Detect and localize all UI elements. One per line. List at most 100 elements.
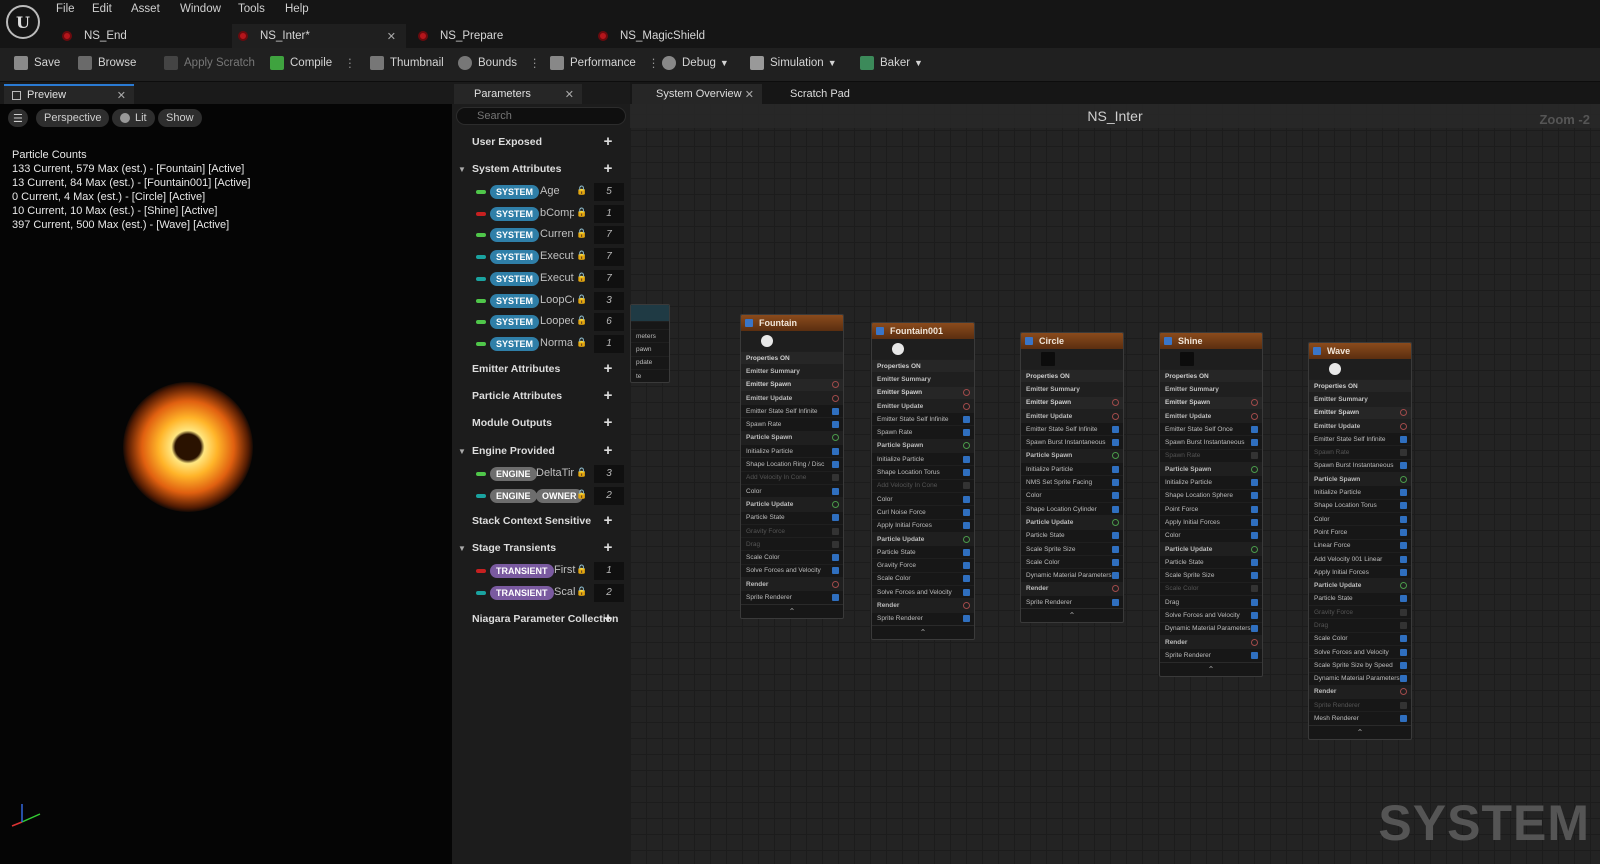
add-icon[interactable]: + <box>600 388 616 404</box>
node-row[interactable]: Emitter Spawn <box>741 377 843 391</box>
menu-window[interactable]: Window <box>180 3 221 15</box>
node-row[interactable]: Properties ON <box>741 351 843 365</box>
thumbnail-button[interactable]: Thumbnail <box>370 56 444 70</box>
node-header[interactable]: Shine <box>1160 333 1262 349</box>
add-module-icon[interactable] <box>1251 412 1258 420</box>
node-row[interactable]: Particle Update <box>1160 541 1262 556</box>
param-row-system[interactable]: SYSTEM Execut 🔒 7 <box>452 247 630 267</box>
preview-panel[interactable]: Preview ✕ ☰ Perspective Lit Show Particl… <box>0 82 460 864</box>
module-enable-checkbox[interactable] <box>1400 621 1407 629</box>
node-row[interactable]: Color <box>1160 528 1262 542</box>
node-row[interactable]: Spawn Rate <box>1160 448 1262 462</box>
tab-scratch-pad[interactable]: Scratch Pad <box>766 84 876 104</box>
node-row[interactable]: Color <box>872 491 974 505</box>
module-enable-checkbox[interactable] <box>963 522 970 530</box>
node-row[interactable]: Emitter Update <box>741 390 843 405</box>
module-enable-checkbox[interactable] <box>1251 452 1258 460</box>
module-enable-checkbox[interactable] <box>1112 492 1119 500</box>
close-tab-icon[interactable]: ✕ <box>387 30 396 43</box>
node-row[interactable]: Solve Forces and Velocity <box>1309 644 1411 658</box>
perspective-button[interactable]: Perspective <box>36 109 110 127</box>
node-row[interactable]: Solve Forces and Velocity <box>741 563 843 577</box>
add-icon[interactable]: + <box>600 415 616 431</box>
add-icon[interactable]: + <box>600 361 616 377</box>
module-enable-checkbox[interactable] <box>832 567 839 575</box>
node-row[interactable]: Drag <box>1309 618 1411 631</box>
node-header[interactable]: Fountain <box>741 315 843 331</box>
baker-button[interactable]: Baker ▼ <box>860 56 923 70</box>
node-row[interactable]: Initialize Particle <box>1309 485 1411 498</box>
param-row-system[interactable]: SYSTEM bComp 🔒 1 <box>452 204 630 224</box>
add-icon[interactable]: + <box>600 161 616 177</box>
viewport-menu-button[interactable]: ☰ <box>8 109 28 127</box>
menu-file[interactable]: File <box>56 3 75 15</box>
category-particle-attributes[interactable]: Particle Attributes + <box>452 385 630 407</box>
node-row[interactable]: Emitter Update <box>872 398 974 413</box>
module-enable-checkbox[interactable] <box>1400 648 1407 656</box>
node-row[interactable]: Sprite Renderer <box>872 611 974 625</box>
node-row[interactable]: Drag <box>741 537 843 550</box>
module-enable-checkbox[interactable] <box>1251 598 1258 606</box>
add-module-icon[interactable] <box>963 442 970 450</box>
add-module-icon[interactable] <box>1251 638 1258 646</box>
add-module-icon[interactable] <box>832 434 839 442</box>
expand-arrow-icon[interactable]: ▼ <box>458 447 466 456</box>
menu-edit[interactable]: Edit <box>92 3 112 15</box>
param-row-transient-first[interactable]: TRANSIENT First 🔒 1 <box>452 561 630 581</box>
module-enable-checkbox[interactable] <box>1251 425 1258 433</box>
module-enable-checkbox[interactable] <box>1251 558 1258 566</box>
node-row[interactable]: Emitter Summary <box>872 372 974 386</box>
module-enable-checkbox[interactable] <box>1400 435 1407 443</box>
node-row[interactable]: Scale Color <box>1160 581 1262 595</box>
node-row[interactable]: Solve Forces and Velocity <box>872 585 974 598</box>
module-enable-checkbox[interactable] <box>1400 555 1407 563</box>
browse-button[interactable]: Browse <box>78 56 136 70</box>
node-row[interactable]: Scale Color <box>1021 555 1123 568</box>
param-row-engine-owner[interactable]: ENGINE OWNER 🔒 2 <box>452 486 630 506</box>
module-enable-checkbox[interactable] <box>1112 439 1119 447</box>
param-row-transient-scal[interactable]: TRANSIENT Scal 🔒 2 <box>452 583 630 603</box>
module-enable-checkbox[interactable] <box>1251 518 1258 526</box>
collapse-chevron-icon[interactable]: ⌃ <box>1021 608 1123 622</box>
doc-tab-ns-prepare[interactable]: NS_Prepare <box>412 24 582 48</box>
node-row[interactable]: Spawn Rate <box>872 425 974 438</box>
collapse-chevron-icon[interactable]: ⌃ <box>1160 661 1262 676</box>
node-row[interactable]: Emitter Update <box>1021 408 1123 423</box>
module-enable-checkbox[interactable] <box>1400 635 1407 643</box>
module-enable-checkbox[interactable] <box>1400 701 1407 709</box>
node-row[interactable]: Sprite Renderer <box>1160 648 1262 661</box>
module-enable-checkbox[interactable] <box>832 487 839 495</box>
add-module-icon[interactable] <box>832 394 839 402</box>
compile-button[interactable]: Compile ⋮ <box>270 56 356 70</box>
node-row[interactable]: Emitter Summary <box>1021 382 1123 396</box>
module-enable-checkbox[interactable] <box>963 429 970 437</box>
emitter-node-fountain001[interactable]: Fountain001 Properties ON Emitter Summary E… <box>871 322 975 640</box>
node-row[interactable]: Scale Sprite Size <box>1160 568 1262 581</box>
add-module-icon[interactable] <box>832 500 839 508</box>
node-row[interactable]: Emitter State Self Infinite <box>1021 422 1123 435</box>
node-row[interactable]: Color <box>1021 488 1123 502</box>
module-enable-checkbox[interactable] <box>1400 608 1407 616</box>
collapse-chevron-icon[interactable]: ⌃ <box>872 624 974 639</box>
module-enable-checkbox[interactable] <box>1112 572 1119 580</box>
debug-button[interactable]: Debug ▼ <box>662 56 729 70</box>
module-enable-checkbox[interactable] <box>1400 502 1407 510</box>
module-enable-checkbox[interactable] <box>1251 651 1258 659</box>
module-enable-checkbox[interactable] <box>1112 598 1119 606</box>
module-enable-checkbox[interactable] <box>1112 479 1119 487</box>
category-stack-context[interactable]: Stack Context Sensitive + <box>452 510 630 532</box>
node-row[interactable]: Emitter State Self Infinite <box>872 412 974 425</box>
node-row[interactable]: Spawn Burst Instantaneous <box>1309 458 1411 472</box>
node-row[interactable]: Properties ON <box>1021 369 1123 383</box>
node-row[interactable]: Linear Force <box>1309 538 1411 552</box>
node-row[interactable]: Properties ON <box>1160 369 1262 383</box>
add-module-icon[interactable] <box>1400 582 1407 590</box>
module-enable-checkbox[interactable] <box>1400 462 1407 470</box>
category-module-outputs[interactable]: Module Outputs + <box>452 412 630 434</box>
node-row[interactable]: Apply Initial Forces <box>1309 565 1411 578</box>
node-row[interactable]: Spawn Burst Instantaneous <box>1021 435 1123 448</box>
param-row-engine-deltatime[interactable]: ENGINE DeltaTir 🔒 3 <box>452 464 630 484</box>
node-header[interactable]: Wave <box>1309 343 1411 359</box>
node-row[interactable]: NMS Set Sprite Facing <box>1021 475 1123 488</box>
node-row[interactable]: Add Velocity In Cone <box>741 470 843 484</box>
